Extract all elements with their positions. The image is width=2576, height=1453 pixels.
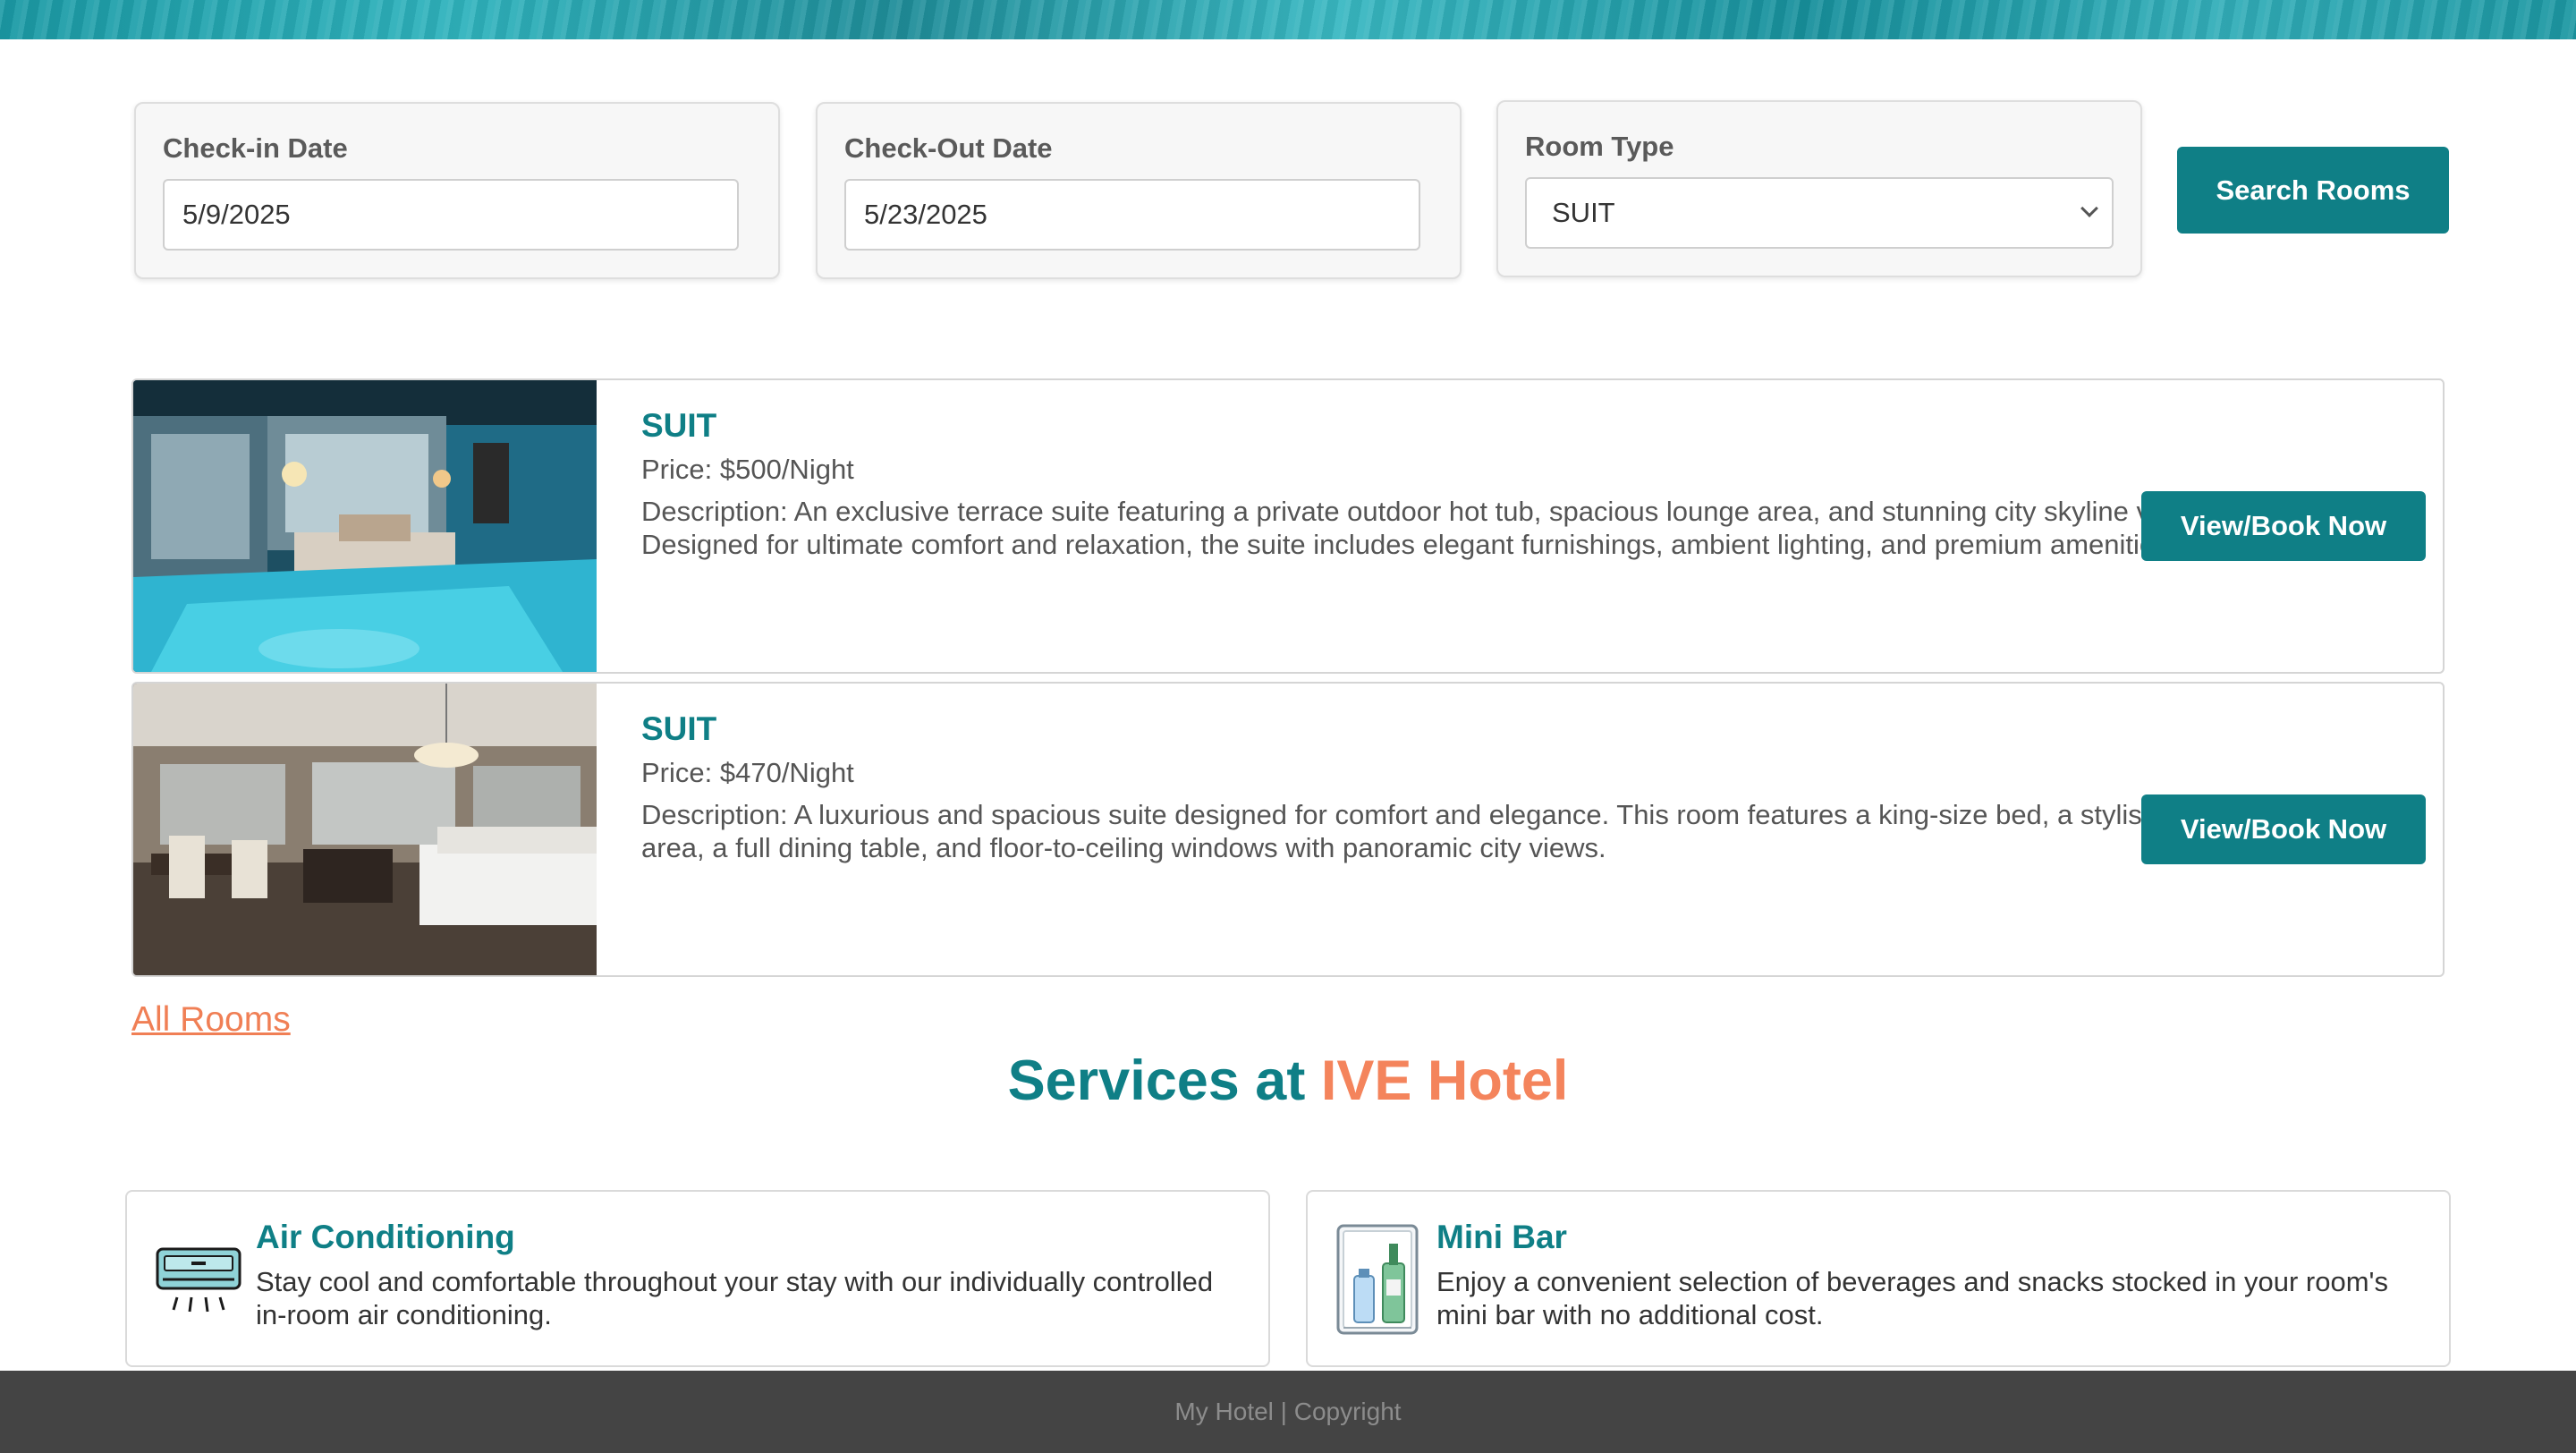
chevron-down-icon: [2080, 200, 2098, 217]
view-book-now-button[interactable]: View/Book Now: [2141, 491, 2426, 561]
room-card: SUIT Price: $500/Night Description: An e…: [131, 378, 2445, 674]
service-title: Mini Bar: [1436, 1219, 1567, 1255]
checkin-label: Check-in Date: [163, 132, 348, 164]
roomtype-select[interactable]: SUIT: [1525, 177, 2114, 249]
checkin-date-input[interactable]: 5/9/2025: [163, 179, 739, 251]
checkout-date-input[interactable]: 5/23/2025: [844, 179, 1420, 251]
footer: My Hotel | Copyright: [0, 1371, 2576, 1453]
room-price: Price: $500/Night: [641, 454, 854, 485]
services-heading-prefix: Services at: [1007, 1049, 1321, 1112]
view-book-now-button[interactable]: View/Book Now: [2141, 794, 2426, 864]
hero-banner-image: [0, 0, 2576, 39]
room-image-terrace-suite[interactable]: [133, 380, 597, 672]
roomtype-label: Room Type: [1525, 131, 1674, 162]
service-description: Stay cool and comfortable throughout you…: [256, 1266, 1214, 1330]
room-description: Description: An exclusive terrace suite …: [641, 496, 2214, 560]
service-card-air-conditioning: Air Conditioning Stay cool and comfortab…: [125, 1190, 1270, 1367]
search-rooms-button[interactable]: Search Rooms: [2177, 147, 2449, 234]
room-title: SUIT: [641, 710, 717, 747]
service-card-mini-bar: Mini Bar Enjoy a convenient selection of…: [1306, 1190, 2451, 1367]
checkout-label: Check-Out Date: [844, 132, 1053, 164]
room-description: Description: A luxurious and spacious su…: [641, 799, 2229, 863]
checkin-field-group: Check-in Date 5/9/2025: [134, 102, 780, 279]
air-conditioner-icon: [154, 1222, 243, 1330]
service-title: Air Conditioning: [256, 1219, 515, 1255]
room-card: SUIT Price: $470/Night Description: A lu…: [131, 682, 2445, 977]
roomtype-selected-value: SUIT: [1552, 197, 1615, 228]
checkout-field-group: Check-Out Date 5/23/2025: [816, 102, 1462, 279]
services-heading: Services at IVE Hotel: [0, 1049, 2576, 1113]
room-price: Price: $470/Night: [641, 757, 854, 788]
all-rooms-link[interactable]: All Rooms: [131, 1000, 291, 1040]
roomtype-field-group: Room Type SUIT: [1496, 100, 2142, 277]
services-heading-hotel-name: IVE Hotel: [1320, 1049, 1569, 1112]
service-description: Enjoy a convenient selection of beverage…: [1436, 1266, 2388, 1330]
room-image-luxury-suite[interactable]: [133, 684, 597, 975]
footer-copyright: My Hotel | Copyright: [1174, 1398, 1402, 1425]
mini-fridge-icon: [1335, 1222, 1424, 1335]
room-title: SUIT: [641, 407, 717, 444]
